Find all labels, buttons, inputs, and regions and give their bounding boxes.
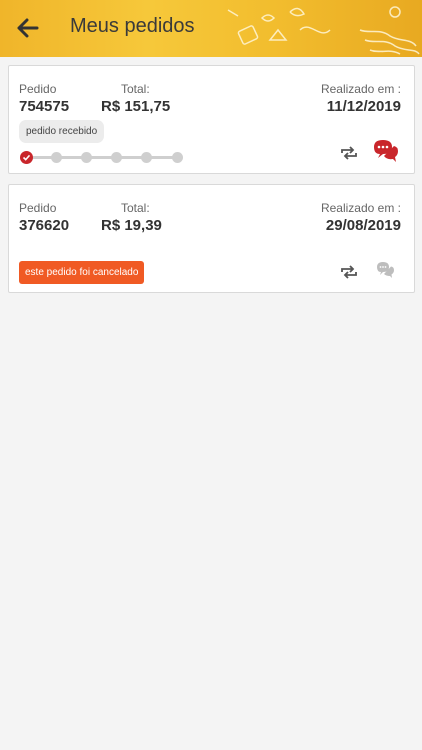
chat-bubble-icon bbox=[377, 262, 394, 278]
app-header: Meus pedidos bbox=[0, 0, 422, 57]
check-icon bbox=[22, 154, 31, 161]
repeat-order-button[interactable] bbox=[338, 143, 360, 163]
date-label: Realizado em : bbox=[320, 82, 401, 96]
order-card[interactable]: Pedido 376620 Total: R$ 19,39 Realizado … bbox=[8, 184, 415, 293]
progress-step-3 bbox=[81, 152, 92, 163]
order-total: R$ 19,39 bbox=[101, 217, 162, 234]
repeat-icon bbox=[341, 265, 357, 279]
decorative-doodles bbox=[227, 6, 420, 55]
total-label: Total: bbox=[121, 201, 150, 215]
order-label: Pedido bbox=[19, 201, 57, 215]
order-chat-button[interactable] bbox=[373, 258, 397, 280]
progress-step-1 bbox=[20, 151, 33, 164]
order-date: 29/08/2019 bbox=[325, 217, 401, 234]
progress-track bbox=[26, 156, 180, 159]
order-number: 376620 bbox=[19, 217, 70, 234]
order-progress bbox=[20, 150, 186, 166]
back-button[interactable] bbox=[12, 12, 44, 44]
order-number: 754575 bbox=[19, 98, 70, 115]
repeat-order-button[interactable] bbox=[338, 262, 360, 282]
order-date: 11/12/2019 bbox=[326, 98, 401, 115]
status-bubble: pedido recebido bbox=[19, 120, 105, 143]
page-title: Meus pedidos bbox=[70, 15, 195, 37]
order-total: R$ 151,75 bbox=[101, 98, 171, 115]
date-label: Realizado em : bbox=[320, 201, 401, 215]
chat-bubble-icon bbox=[374, 140, 398, 162]
progress-step-5 bbox=[141, 152, 152, 163]
status-badge: este pedido foi cancelado bbox=[19, 261, 145, 284]
total-label: Total: bbox=[121, 82, 150, 96]
arrow-left-icon bbox=[17, 18, 39, 38]
order-card[interactable]: Pedido 754575 Total: R$ 151,75 Realizado… bbox=[8, 65, 415, 174]
progress-step-4 bbox=[111, 152, 122, 163]
repeat-icon bbox=[341, 146, 357, 160]
progress-step-6 bbox=[172, 152, 183, 163]
order-label: Pedido bbox=[19, 82, 57, 96]
progress-step-2 bbox=[51, 152, 62, 163]
order-chat-button[interactable] bbox=[370, 134, 400, 164]
